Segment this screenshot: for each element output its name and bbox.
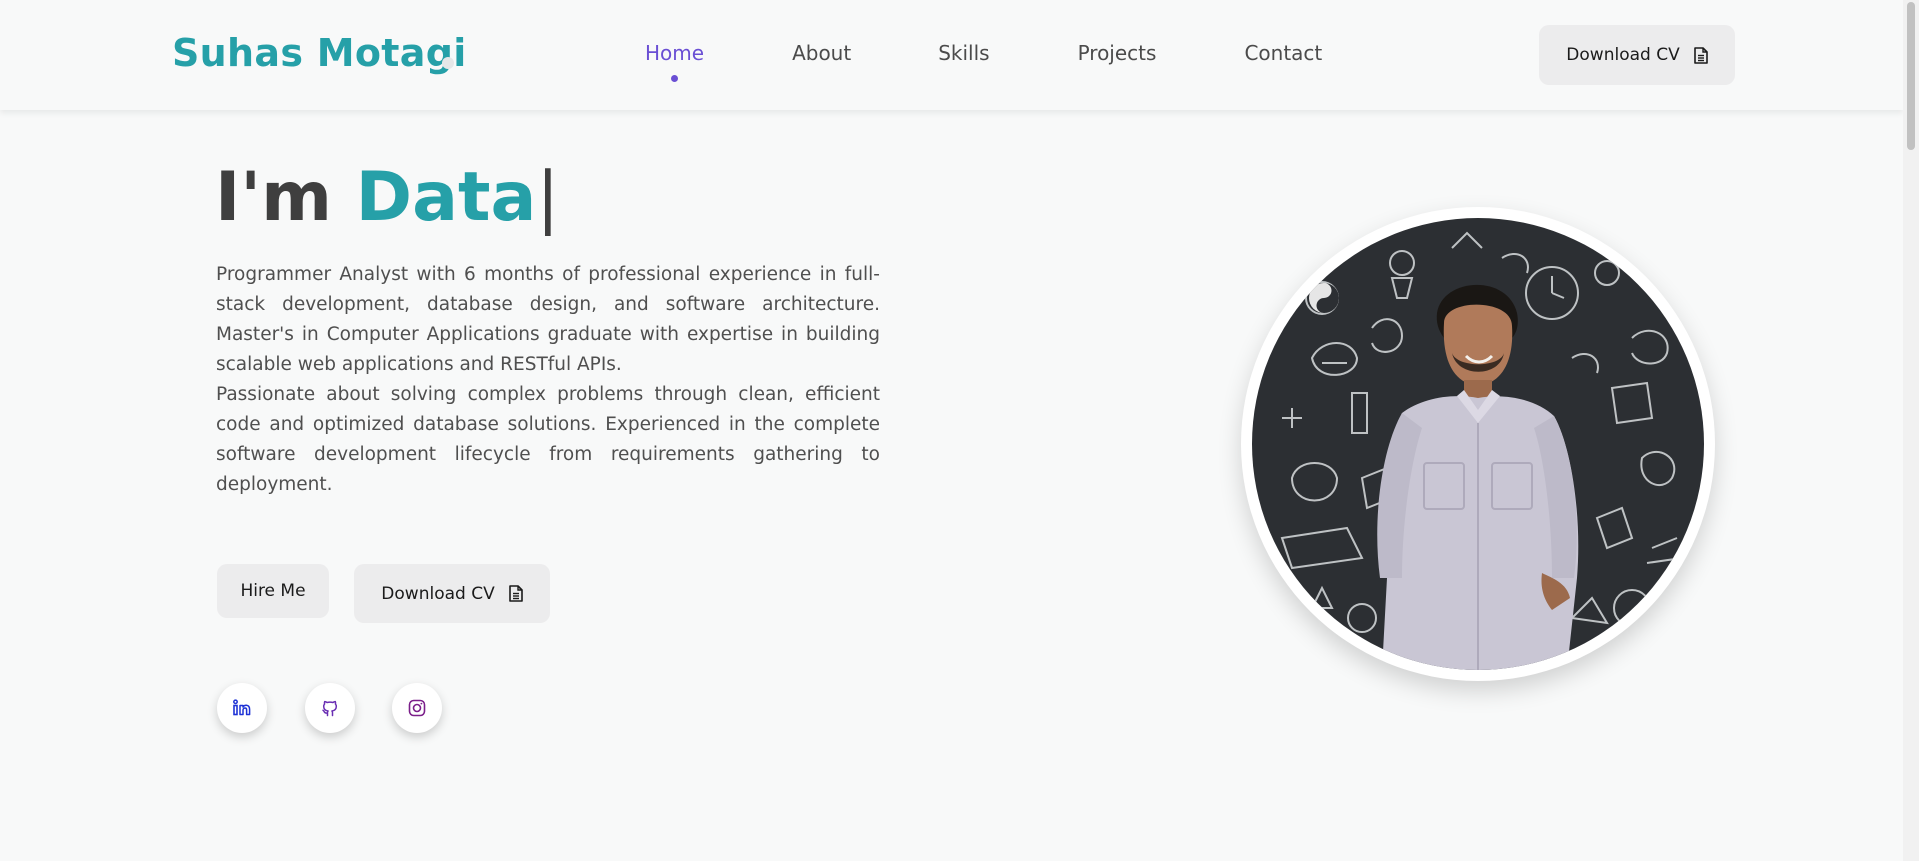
hero-title: I'm Data| bbox=[215, 158, 559, 238]
hero-download-cv-label: Download CV bbox=[381, 583, 495, 604]
github-icon bbox=[322, 700, 338, 717]
linkedin-icon bbox=[233, 699, 251, 716]
instagram-icon bbox=[408, 699, 426, 717]
main-nav: Home About Skills Projects Contact bbox=[645, 38, 1322, 82]
logo-dot-icon bbox=[442, 57, 454, 69]
scrollbar-thumb[interactable] bbox=[1907, 2, 1915, 150]
hire-me-button[interactable]: Hire Me bbox=[217, 564, 329, 618]
typing-cursor: | bbox=[536, 158, 560, 237]
linkedin-link[interactable] bbox=[217, 683, 267, 733]
nav-about[interactable]: About bbox=[792, 38, 851, 68]
header-download-cv-label: Download CV bbox=[1566, 45, 1680, 65]
hero-greeting: I'm bbox=[215, 158, 356, 237]
bio-paragraph: Passionate about solving complex problem… bbox=[216, 384, 880, 495]
nav-home[interactable]: Home bbox=[645, 38, 704, 82]
profile-photo bbox=[1241, 207, 1715, 681]
instagram-link[interactable] bbox=[392, 683, 442, 733]
document-icon bbox=[508, 585, 523, 602]
hire-me-label: Hire Me bbox=[240, 581, 306, 601]
site-logo[interactable]: Suhas Motagi bbox=[172, 28, 467, 78]
github-link[interactable] bbox=[305, 683, 355, 733]
site-header: Suhas Motagi Home About Skills Projects … bbox=[0, 0, 1903, 110]
hero-download-cv-button[interactable]: Download CV bbox=[354, 564, 550, 623]
hero-bio: Programmer Analyst with 6 months of prof… bbox=[216, 260, 880, 500]
nav-projects[interactable]: Projects bbox=[1078, 38, 1157, 68]
document-icon bbox=[1693, 46, 1708, 64]
page-scrollbar[interactable] bbox=[1903, 0, 1919, 861]
header-download-cv-button[interactable]: Download CV bbox=[1539, 25, 1735, 85]
hero-typed-text: Data bbox=[355, 158, 537, 237]
nav-contact[interactable]: Contact bbox=[1244, 38, 1322, 68]
nav-skills[interactable]: Skills bbox=[938, 38, 989, 68]
bio-paragraph: Programmer Analyst with 6 months of prof… bbox=[216, 264, 880, 375]
profile-photo-icon bbox=[1252, 218, 1704, 670]
